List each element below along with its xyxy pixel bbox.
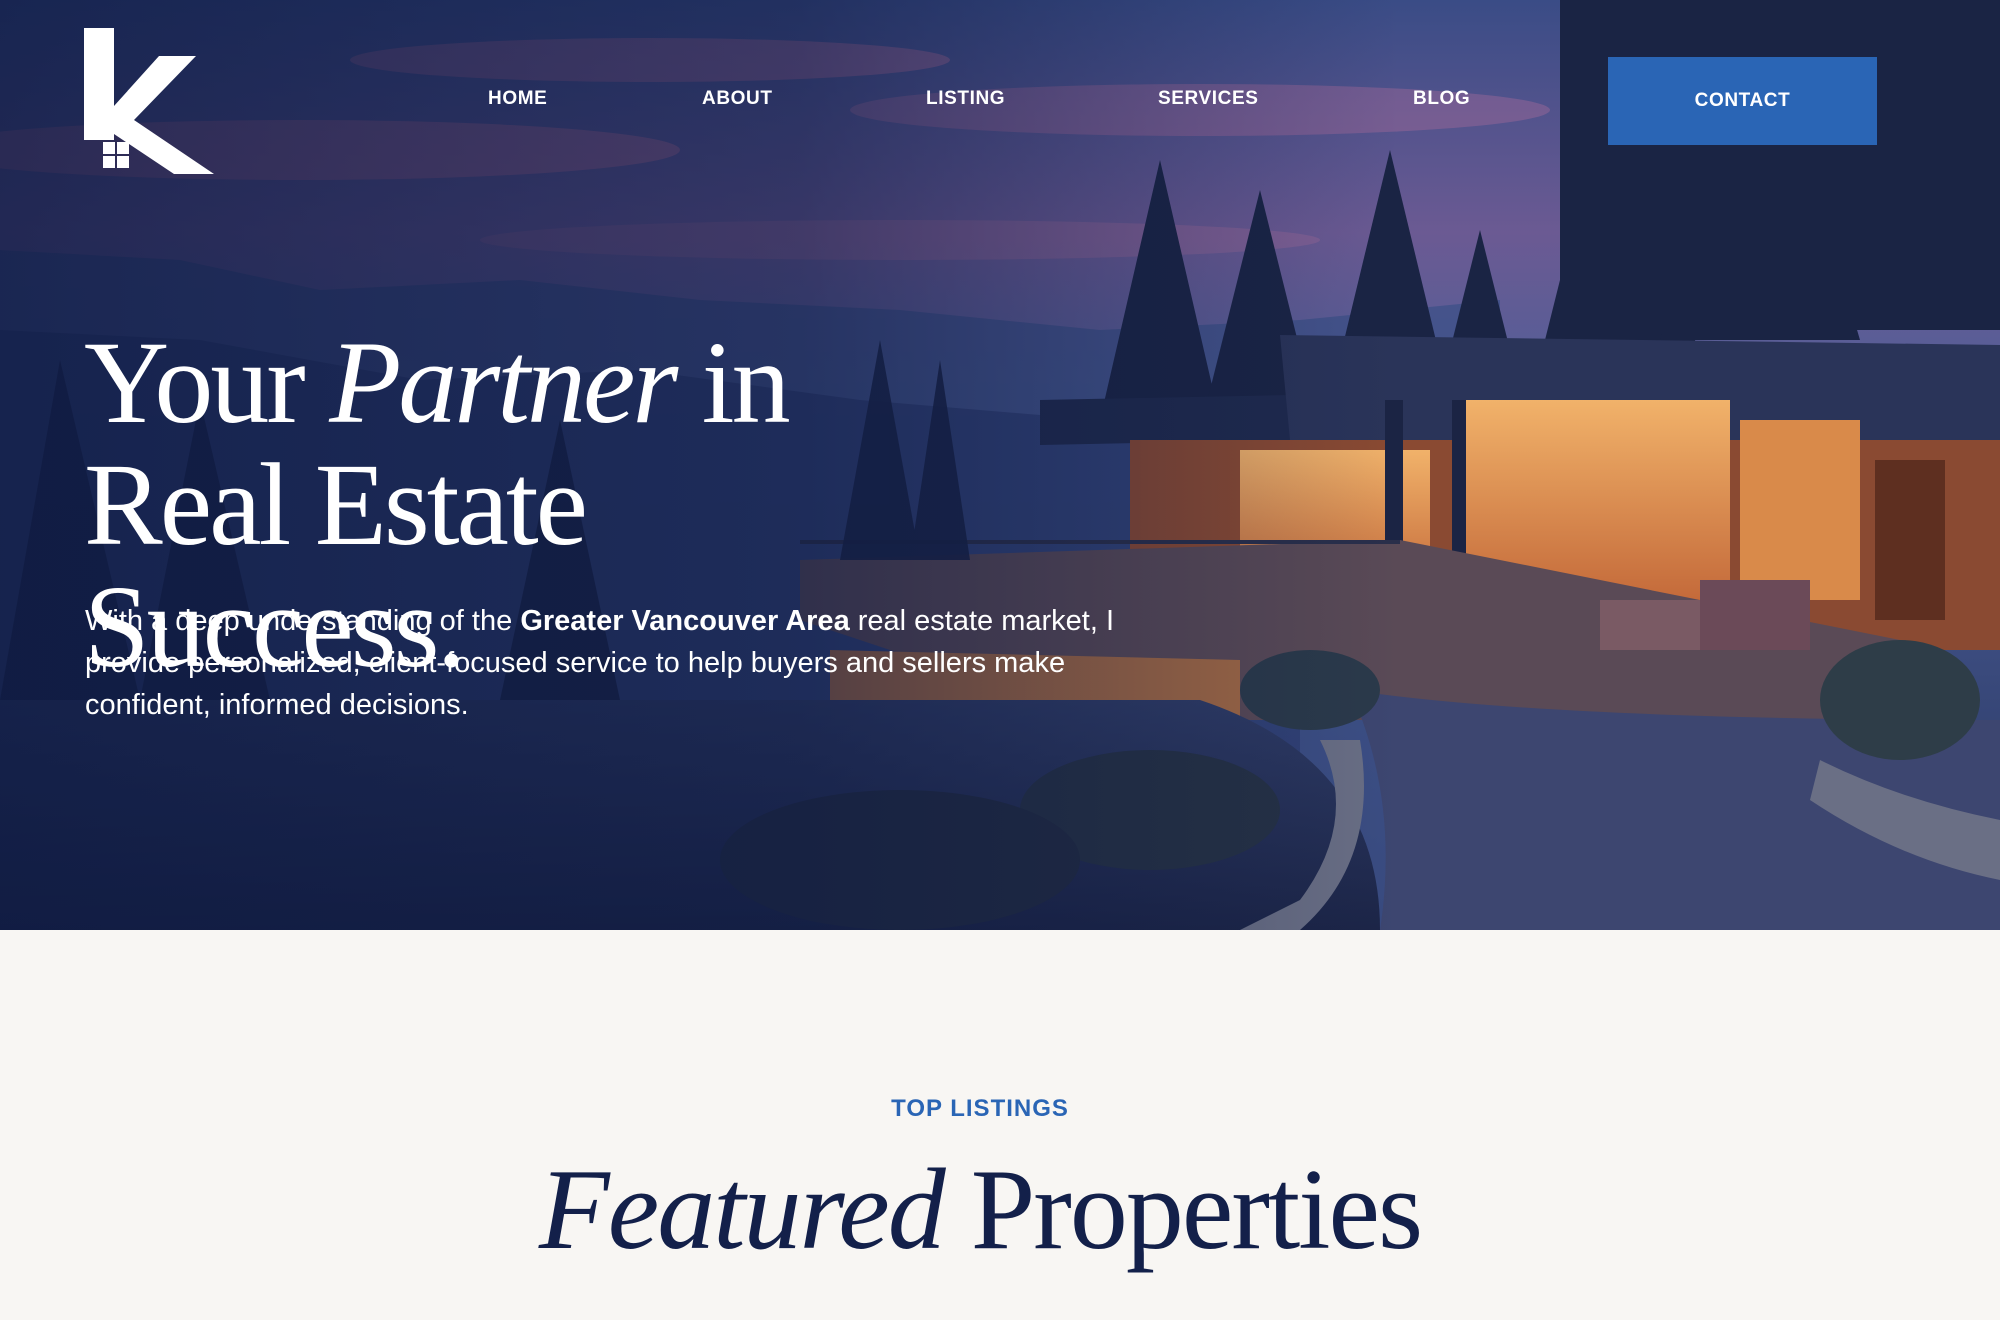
nav-home[interactable]: HOME bbox=[488, 88, 547, 116]
hero-description: With a deep understanding of the Greater… bbox=[85, 600, 1195, 726]
nav-listing[interactable]: LISTING bbox=[926, 88, 1005, 116]
contact-button[interactable]: CONTACT bbox=[1608, 57, 1877, 145]
hero-title-line1-start: Your bbox=[84, 317, 330, 448]
nav-blog[interactable]: BLOG bbox=[1413, 88, 1470, 116]
hero-title-line1-end: in bbox=[675, 317, 791, 448]
main-navigation: HOME ABOUT LISTING SERVICES BLOG CONTACT bbox=[0, 0, 2000, 200]
nav-services[interactable]: SERVICES bbox=[1158, 88, 1259, 116]
hero-title-emphasis: Partner bbox=[329, 317, 678, 448]
hero-section: HOME ABOUT LISTING SERVICES BLOG CONTACT… bbox=[0, 0, 2000, 930]
featured-properties-section: TOP LISTINGS Featured Properties bbox=[0, 930, 2000, 1320]
nav-about[interactable]: ABOUT bbox=[702, 88, 773, 116]
section-title-rest: Properties bbox=[943, 1146, 1423, 1274]
hero-desc-start: With a deep understanding of the bbox=[85, 605, 521, 637]
section-title: Featured Properties bbox=[0, 1145, 1960, 1275]
section-title-emphasis: Featured bbox=[538, 1146, 946, 1274]
hero-desc-location: Greater Vancouver Area bbox=[520, 605, 850, 637]
section-eyebrow: TOP LISTINGS bbox=[891, 1095, 1069, 1122]
